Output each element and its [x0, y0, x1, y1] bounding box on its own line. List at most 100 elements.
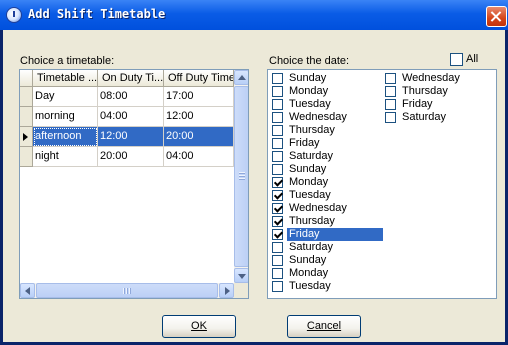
- table-row-selected[interactable]: afternoon 12:00 20:00: [20, 127, 234, 147]
- scrollbar-corner: [234, 283, 248, 298]
- date-item-label: Sunday: [289, 254, 327, 266]
- clock-icon: [6, 7, 22, 23]
- table-row[interactable]: night 20:00 04:00: [20, 147, 234, 167]
- grip-line: [129, 288, 131, 294]
- checkbox[interactable]: [272, 99, 283, 110]
- date-item-label: Wednesday: [289, 202, 347, 214]
- checkbox[interactable]: [272, 138, 283, 149]
- vertical-scroll-thumb[interactable]: [234, 86, 248, 267]
- date-item-label: Wednesday: [402, 72, 460, 84]
- grip-line: [239, 178, 245, 180]
- checkbox[interactable]: [272, 151, 283, 162]
- all-label: All: [466, 53, 479, 65]
- date-label: Choice the date:: [269, 55, 350, 67]
- checkbox[interactable]: [385, 99, 396, 110]
- date-item-label: Sunday: [289, 72, 327, 84]
- checkbox-checked[interactable]: [272, 177, 283, 188]
- date-item-label: Saturday: [289, 150, 334, 162]
- cell-timetable[interactable]: afternoon: [33, 127, 98, 147]
- chevron-down-icon: [238, 274, 246, 279]
- checkbox[interactable]: [272, 268, 283, 279]
- checkbox[interactable]: [272, 255, 283, 266]
- checkbox[interactable]: [385, 86, 396, 97]
- checkbox[interactable]: [272, 164, 283, 175]
- horizontal-scrollbar[interactable]: [20, 283, 234, 298]
- cell-off-duty[interactable]: 04:00: [164, 147, 234, 167]
- date-item-label: Tuesday: [289, 98, 331, 110]
- date-item-label: Thursday: [289, 124, 335, 136]
- row-indicator: [20, 107, 33, 127]
- chevron-up-icon: [238, 75, 246, 80]
- checkbox[interactable]: [272, 281, 283, 292]
- ok-button-label: OK: [191, 320, 207, 332]
- scroll-up-button[interactable]: [234, 70, 248, 85]
- checkbox[interactable]: [272, 112, 283, 123]
- date-item-label: Saturday: [289, 241, 334, 253]
- cell-on-duty[interactable]: 04:00: [98, 107, 164, 127]
- cancel-button[interactable]: Cancel: [287, 315, 361, 338]
- checkbox[interactable]: [272, 73, 283, 84]
- date-item-label: Monday: [289, 85, 329, 97]
- vertical-scrollbar[interactable]: [234, 70, 248, 283]
- all-checkbox[interactable]: [450, 53, 463, 66]
- column-header-on-duty[interactable]: On Duty Ti...: [98, 70, 164, 87]
- cell-on-duty[interactable]: 20:00: [98, 147, 164, 167]
- date-item-label: Monday: [289, 267, 329, 279]
- horizontal-scroll-thumb[interactable]: [36, 283, 218, 298]
- date-item-label: Saturday: [402, 111, 447, 123]
- checkbox[interactable]: [272, 86, 283, 97]
- checkbox[interactable]: [385, 112, 396, 123]
- grip-line: [126, 288, 128, 294]
- grip-line: [239, 172, 245, 174]
- checkbox-checked[interactable]: [272, 190, 283, 201]
- checkbox[interactable]: [385, 73, 396, 84]
- checkbox-checked[interactable]: [272, 203, 283, 214]
- cell-timetable[interactable]: Day: [33, 87, 98, 107]
- row-indicator: [20, 127, 33, 147]
- date-item-label: Wednesday: [289, 111, 347, 123]
- title-bar[interactable]: Add Shift Timetable: [0, 0, 508, 30]
- cell-off-duty[interactable]: 12:00: [164, 107, 234, 127]
- grip-line: [239, 175, 245, 177]
- scroll-down-button[interactable]: [234, 268, 248, 283]
- checkbox-checked[interactable]: [272, 216, 283, 227]
- checkbox[interactable]: [272, 242, 283, 253]
- cell-on-duty[interactable]: 08:00: [98, 87, 164, 107]
- cell-timetable[interactable]: night: [33, 147, 98, 167]
- checkbox[interactable]: [272, 125, 283, 136]
- header-corner: [20, 70, 33, 87]
- scroll-right-button[interactable]: [219, 283, 234, 298]
- row-indicator: [20, 147, 33, 167]
- date-item-label: Friday: [287, 228, 383, 241]
- cell-timetable[interactable]: morning: [33, 107, 98, 127]
- current-row-arrow-icon: [23, 133, 28, 141]
- date-checklist[interactable]: Sunday Monday Tuesday Wednesday Thursday…: [267, 69, 497, 299]
- date-item-label: Tuesday: [289, 189, 331, 201]
- cancel-button-label: Cancel: [306, 320, 342, 332]
- row-indicator: [20, 87, 33, 107]
- checkbox-checked[interactable]: [272, 229, 283, 240]
- ok-button[interactable]: OK: [162, 315, 236, 338]
- window-title: Add Shift Timetable: [28, 7, 166, 21]
- date-item-label: Thursday: [289, 215, 335, 227]
- column-header-off-duty[interactable]: Off Duty Time: [164, 70, 234, 87]
- chevron-left-icon: [25, 287, 30, 295]
- date-item-label: Sunday: [289, 163, 327, 175]
- chevron-right-icon: [225, 287, 230, 295]
- grid-header: Timetable ... On Duty Ti... Off Duty Tim…: [20, 70, 234, 87]
- table-row[interactable]: Day 08:00 17:00: [20, 87, 234, 107]
- close-button[interactable]: [486, 6, 507, 27]
- date-item-label: Friday: [289, 137, 320, 149]
- window-border-left: [0, 30, 3, 345]
- cell-off-duty[interactable]: 17:00: [164, 87, 234, 107]
- dialog-window: Add Shift Timetable Choice a timetable: …: [0, 0, 508, 345]
- timetable-label: Choice a timetable:: [20, 55, 115, 67]
- timetable-grid[interactable]: Timetable ... On Duty Ti... Off Duty Tim…: [19, 69, 249, 299]
- cell-on-duty[interactable]: 12:00: [98, 127, 164, 147]
- column-header-timetable[interactable]: Timetable ...: [33, 70, 98, 87]
- cell-off-duty[interactable]: 20:00: [164, 127, 234, 147]
- date-item-label: Thursday: [402, 85, 448, 97]
- table-row[interactable]: morning 04:00 12:00: [20, 107, 234, 127]
- scroll-left-button[interactable]: [20, 283, 35, 298]
- date-item-label: Monday: [289, 176, 329, 188]
